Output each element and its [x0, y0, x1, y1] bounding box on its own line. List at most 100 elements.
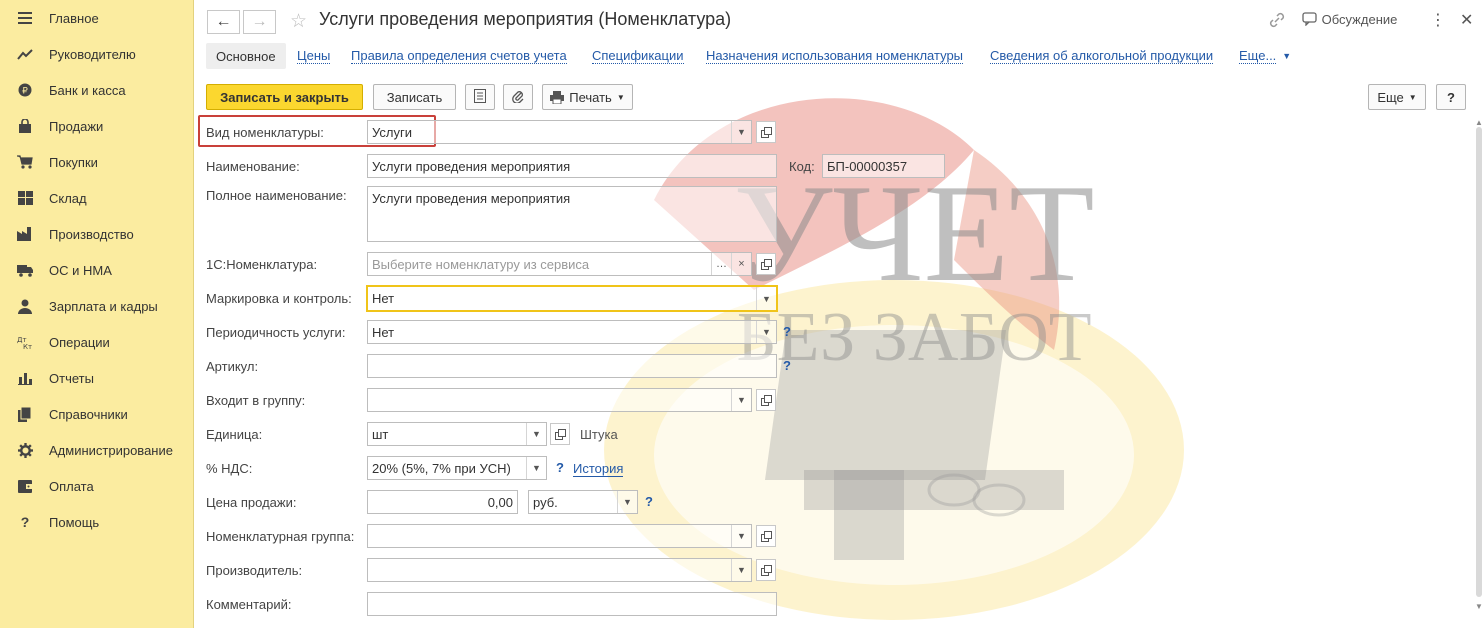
sidebar-item-assets[interactable]: ОС и НМА	[0, 252, 194, 288]
fullname-textarea[interactable]: Услуги проведения мероприятия	[367, 186, 777, 242]
discussion-button[interactable]: Обсуждение	[1302, 12, 1397, 27]
vat-history-link[interactable]: История	[573, 461, 624, 477]
factory-icon	[17, 226, 33, 242]
tab-usage[interactable]: Назначения использования номенклатуры	[706, 43, 964, 69]
sidebar-item-sales[interactable]: Продажи	[0, 108, 194, 144]
dropdown-arrow-icon[interactable]: ▼	[526, 457, 546, 479]
save-button[interactable]: Записать	[373, 84, 456, 110]
price-label: Цена продажи:	[206, 495, 297, 510]
tab-prices[interactable]: Цены	[297, 43, 331, 69]
help-question-icon[interactable]: ?	[556, 460, 564, 475]
sidebar-item-help[interactable]: ? Помощь	[0, 504, 194, 540]
group-select[interactable]: ▼	[367, 388, 752, 412]
forward-button[interactable]: →	[243, 10, 276, 34]
dropdown-arrow-icon[interactable]: ▼	[731, 525, 751, 547]
sidebar-item-reports[interactable]: Отчеты	[0, 360, 194, 396]
nom1c-input[interactable]: Выберите номенклатуру из сервиса … ×	[367, 252, 752, 276]
tab-label: Еще...	[1239, 48, 1277, 64]
sidebar-item-label: Производство	[49, 226, 134, 242]
sidebar-item-warehouse[interactable]: Склад	[0, 180, 194, 216]
article-input[interactable]	[367, 354, 777, 378]
help-question-icon[interactable]: ?	[783, 358, 791, 373]
tab-account-rules[interactable]: Правила определения счетов учета	[351, 43, 567, 69]
back-button[interactable]: ←	[207, 10, 240, 34]
nom1c-placeholder: Выберите номенклатуру из сервиса	[372, 256, 590, 272]
more-actions-icon[interactable]: ⋮	[1430, 10, 1446, 30]
dropdown-arrow-icon[interactable]: ▼	[731, 559, 751, 581]
sidebar-item-purchases[interactable]: Покупки	[0, 144, 194, 180]
open-form-icon[interactable]	[756, 121, 776, 143]
tab-specifications[interactable]: Спецификации	[592, 43, 684, 69]
kind-select[interactable]: Услуги ▼	[367, 120, 752, 144]
open-form-icon[interactable]	[756, 525, 776, 547]
print-button[interactable]: Печать ▼	[542, 84, 633, 110]
help-question-icon[interactable]: ?	[645, 494, 653, 509]
sidebar-item-admin[interactable]: Администрирование	[0, 432, 194, 468]
dropdown-arrow-icon[interactable]: ▼	[731, 121, 751, 143]
dropdown-arrow-icon[interactable]: ▼	[526, 423, 546, 445]
scroll-up-icon[interactable]: ▲	[1475, 118, 1483, 127]
close-icon[interactable]: ✕	[1460, 10, 1473, 30]
sidebar-item-label: Отчеты	[49, 370, 94, 386]
comment-label: Комментарий:	[206, 597, 292, 612]
marking-select[interactable]: Нет ▼	[366, 285, 778, 312]
sidebar-item-label: Администрирование	[49, 442, 173, 458]
app-window: Главное Руководителю ₽ Банк и касса Прод…	[0, 0, 1483, 628]
tab-more[interactable]: Еще... ▼	[1239, 43, 1291, 69]
code-input[interactable]: БП-00000357	[822, 154, 945, 178]
vat-select[interactable]: 20% (5%, 7% при УСН) ▼	[367, 456, 547, 480]
vertical-scrollbar[interactable]	[1476, 127, 1482, 597]
sidebar-item-main[interactable]: Главное	[0, 0, 194, 36]
currency-select[interactable]: руб. ▼	[528, 490, 638, 514]
sidebar-item-label: ОС и НМА	[49, 262, 112, 278]
tab-label: Назначения использования номенклатуры	[706, 48, 964, 64]
document-button[interactable]	[465, 84, 495, 110]
sidebar-item-manager[interactable]: Руководителю	[0, 36, 194, 72]
save-and-close-button[interactable]: Записать и закрыть	[206, 84, 363, 110]
period-select[interactable]: Нет ▼	[367, 320, 777, 344]
comment-input[interactable]	[367, 592, 777, 616]
nomgroup-label: Номенклатурная группа:	[206, 529, 355, 544]
open-form-icon[interactable]	[756, 389, 776, 411]
bar-chart-icon	[17, 370, 33, 386]
trend-icon	[17, 46, 33, 62]
select-dots-icon[interactable]: …	[711, 253, 731, 275]
dropdown-arrow-icon[interactable]: ▼	[617, 491, 637, 513]
cart-icon	[17, 154, 33, 170]
sidebar-item-payment[interactable]: Оплата	[0, 468, 194, 504]
dropdown-arrow-icon[interactable]: ▼	[731, 389, 751, 411]
help-button[interactable]: ?	[1436, 84, 1466, 110]
price-input[interactable]: 0,00	[367, 490, 518, 514]
caret-down-icon: ▼	[1282, 51, 1292, 61]
link-icon[interactable]	[1269, 12, 1285, 31]
scroll-down-icon[interactable]: ▼	[1475, 602, 1483, 611]
name-input[interactable]: Услуги проведения мероприятия	[367, 154, 777, 178]
tab-main[interactable]: Основное	[206, 43, 286, 69]
sidebar-item-bank[interactable]: ₽ Банк и касса	[0, 72, 194, 108]
dropdown-arrow-icon[interactable]: ▼	[756, 321, 776, 343]
button-label: ?	[1447, 89, 1455, 105]
manufacturer-select[interactable]: ▼	[367, 558, 752, 582]
vat-label: % НДС:	[206, 461, 253, 476]
more-button[interactable]: Еще ▼	[1368, 84, 1426, 110]
sidebar-item-label: Зарплата и кадры	[49, 298, 158, 314]
clear-icon[interactable]: ×	[731, 253, 751, 275]
attachments-button[interactable]	[503, 84, 533, 110]
button-label: Еще	[1377, 89, 1404, 105]
currency-value: руб.	[533, 494, 558, 510]
open-form-icon[interactable]	[756, 253, 776, 275]
open-form-icon[interactable]	[550, 423, 570, 445]
sidebar-item-directories[interactable]: Справочники	[0, 396, 194, 432]
favorite-star-icon[interactable]: ☆	[290, 10, 307, 33]
help-question-icon[interactable]: ?	[783, 324, 791, 339]
printer-icon	[550, 90, 565, 105]
open-form-icon[interactable]	[756, 559, 776, 581]
sidebar-item-operations[interactable]: Дт Кт Операции	[0, 324, 194, 360]
dropdown-arrow-icon[interactable]: ▼	[756, 287, 776, 310]
tab-alcohol[interactable]: Сведения об алкогольной продукции	[990, 43, 1214, 69]
sidebar-item-production[interactable]: Производство	[0, 216, 194, 252]
unit-select[interactable]: шт ▼	[367, 422, 547, 446]
nomgroup-select[interactable]: ▼	[367, 524, 752, 548]
sidebar-item-salary[interactable]: Зарплата и кадры	[0, 288, 194, 324]
books-icon	[17, 406, 33, 422]
